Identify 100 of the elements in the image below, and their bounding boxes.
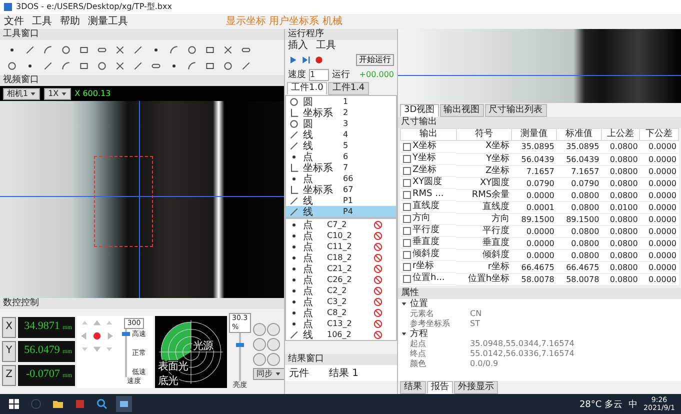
table-cell: XY圆度 <box>456 177 512 189</box>
line-icon <box>289 130 299 140</box>
jog-arrows-icon[interactable] <box>79 318 115 354</box>
tab[interactable]: 结果 <box>400 381 426 394</box>
table-cell: 0.0000 <box>512 249 556 261</box>
program-step[interactable]: 坐标系 67 <box>286 184 396 195</box>
program-step[interactable]: 线 P1 <box>286 195 396 206</box>
light-button[interactable] <box>266 338 280 351</box>
table-cell: Z坐标 <box>412 165 437 176</box>
table-cell: 0.0800 <box>601 140 640 153</box>
caret-icon[interactable] <box>30 90 36 96</box>
windows-icon[interactable] <box>6 396 22 412</box>
caret-icon[interactable] <box>401 300 407 306</box>
tab[interactable]: 报告 <box>427 381 453 394</box>
table-cell: 7.1657 <box>556 165 602 177</box>
checkbox[interactable] <box>402 214 410 222</box>
checkbox[interactable] <box>402 226 410 234</box>
table-cell: 0.0000 <box>512 189 556 201</box>
table-cell: 0.0000 <box>640 189 678 201</box>
circle-icon <box>7 60 17 70</box>
light-button[interactable] <box>252 353 266 366</box>
checkbox[interactable] <box>402 190 410 198</box>
checkbox[interactable] <box>402 166 410 174</box>
program-step[interactable]: 坐标系 2 <box>286 107 396 118</box>
caret-icon[interactable] <box>274 371 281 377</box>
run-button[interactable]: 开始运行 <box>356 54 394 66</box>
table-cell: 0.0800 <box>601 165 640 177</box>
checkbox[interactable] <box>402 154 410 162</box>
property-group[interactable]: 方程 <box>410 328 428 338</box>
menu-item[interactable]: 工具 <box>32 16 52 27</box>
speed-field[interactable]: 1 <box>309 68 329 80</box>
checkbox[interactable] <box>402 142 410 150</box>
menu-item[interactable]: 帮助 <box>60 16 80 27</box>
tab[interactable]: 外接显示 <box>454 381 498 394</box>
table-cell: 0.0790 <box>512 177 556 189</box>
light-button[interactable] <box>252 323 266 336</box>
element-name: 点 <box>303 218 314 230</box>
line-icon <box>289 196 299 206</box>
tab[interactable]: 工件1.4 <box>328 82 369 95</box>
run-label: 运行 <box>332 68 350 81</box>
program-step[interactable]: 线 5 <box>286 140 396 151</box>
menu-item[interactable]: 工具 <box>316 40 336 52</box>
element-id: C11_2 <box>327 242 353 251</box>
table-cell: 0.0800 <box>556 249 602 261</box>
table-cell: 0.0800 <box>601 177 640 189</box>
light-button[interactable] <box>266 353 280 366</box>
ime-indicator[interactable]: 中 <box>628 398 638 410</box>
mode-dropdown[interactable]: 同步 <box>252 368 285 380</box>
speed-slider-thumb[interactable] <box>122 332 130 336</box>
column-header: 上公差 <box>601 128 640 140</box>
tab[interactable]: 3D视图 <box>400 104 439 117</box>
checkbox[interactable] <box>402 178 410 186</box>
cross-icon <box>115 44 125 54</box>
tab[interactable]: 输出视图 <box>440 104 484 117</box>
line-icon <box>289 330 299 340</box>
panel-title: 数控控制 <box>0 298 284 309</box>
checkbox[interactable] <box>402 202 410 210</box>
menu-item[interactable]: 测量工具 <box>88 16 128 27</box>
table-cell: 0.0800 <box>601 189 640 201</box>
menu-item[interactable]: 文件 <box>4 16 24 27</box>
table-cell: Y坐标 <box>456 153 512 165</box>
light-button[interactable] <box>252 338 266 351</box>
line-icon <box>25 44 35 54</box>
table-cell: 58.0078 <box>512 273 556 285</box>
property-group[interactable]: 位置 <box>410 298 428 308</box>
table-cell: 位置h坐标 <box>456 273 512 285</box>
checkbox[interactable] <box>402 250 410 258</box>
program-step[interactable]: 线 4 <box>286 129 396 140</box>
program-step[interactable]: 圆 3 <box>286 118 396 129</box>
element-id: C21_2 <box>327 264 353 273</box>
search-icon[interactable] <box>94 396 110 412</box>
checkbox[interactable] <box>402 238 410 246</box>
light-button[interactable] <box>266 323 280 336</box>
tab[interactable]: 工件1.0 <box>287 82 328 95</box>
app-window-icon[interactable] <box>116 396 132 412</box>
table-cell: Z坐标 <box>456 165 512 177</box>
brightness-slider-thumb[interactable] <box>236 343 244 348</box>
caret-icon[interactable] <box>60 90 67 96</box>
table-cell: 平行度 <box>456 225 512 237</box>
program-step[interactable]: 坐标系 7 <box>286 162 396 173</box>
property-name: 元素名 <box>410 308 435 318</box>
program-step[interactable]: 圆 1 <box>286 96 396 107</box>
program-step[interactable]: 线 P4 <box>286 206 396 217</box>
window-title: 3DOS - e:/USERS/Desktop/xg/TP-型.bxx <box>16 2 172 12</box>
program-step[interactable]: 点 66 <box>286 173 396 184</box>
checkbox[interactable] <box>402 262 410 270</box>
menu-item[interactable]: 插入 <box>288 40 308 52</box>
table-cell: 0.0000 <box>640 261 678 273</box>
prohibited-icon <box>373 252 383 262</box>
program-step[interactable]: 点 6 <box>286 151 396 162</box>
element-name: 点 <box>303 306 314 318</box>
step-icon[interactable] <box>301 54 311 64</box>
zoom-dropdown[interactable]: 1X <box>44 88 71 100</box>
caret-icon[interactable] <box>401 330 407 336</box>
tab[interactable]: 尺寸输出列表 <box>484 104 547 117</box>
checkbox[interactable] <box>402 274 410 282</box>
stop-icon[interactable] <box>314 54 324 64</box>
play-icon[interactable] <box>288 54 298 64</box>
camera-dropdown[interactable]: 相机1 <box>3 88 40 100</box>
table-cell: 0.0000 <box>640 237 678 249</box>
